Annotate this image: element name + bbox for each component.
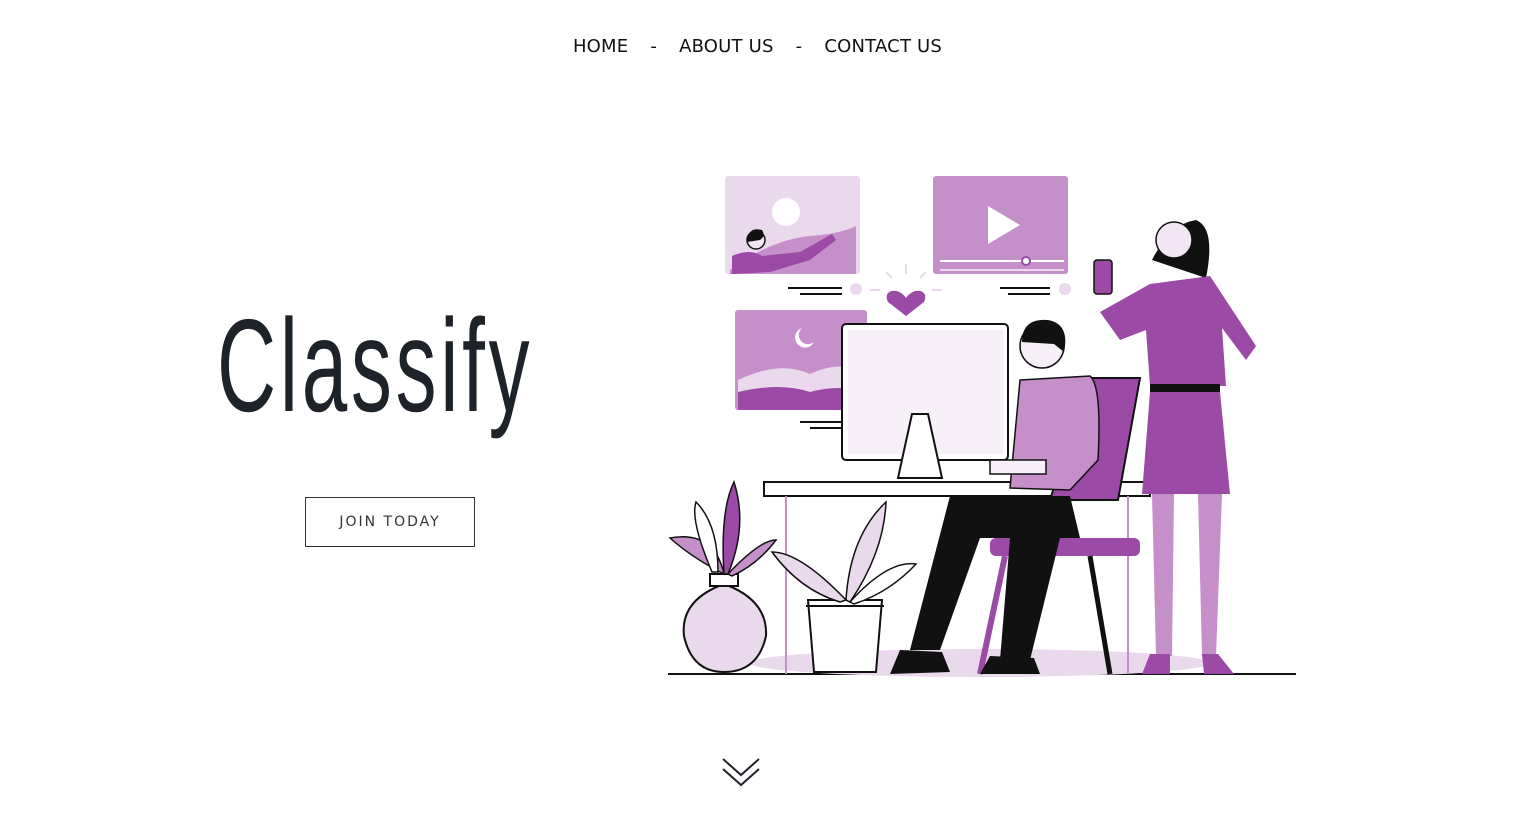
nav-separator: - [795, 36, 803, 57]
heart-icon [870, 264, 942, 316]
top-nav: HOME - ABOUT US - CONTACT US [0, 36, 1515, 57]
photo-card-icon [725, 176, 862, 295]
video-card-icon [933, 176, 1071, 295]
nav-contact-link[interactable]: CONTACT US [824, 36, 942, 57]
nav-separator: - [650, 36, 658, 57]
nav-about-link[interactable]: ABOUT US [679, 36, 774, 57]
vase-plant [668, 480, 778, 674]
join-today-button[interactable]: JOIN TODAY [305, 497, 475, 547]
pot-plant [770, 500, 918, 673]
monitor-icon [841, 323, 1009, 479]
brand-title: Classify [217, 292, 534, 439]
page: HOME - ABOUT US - CONTACT US Classify JO… [0, 0, 1515, 828]
hero-illustration [668, 176, 1296, 677]
nav-home-link[interactable]: HOME [573, 36, 628, 57]
chevron-down-icon[interactable] [721, 755, 761, 789]
